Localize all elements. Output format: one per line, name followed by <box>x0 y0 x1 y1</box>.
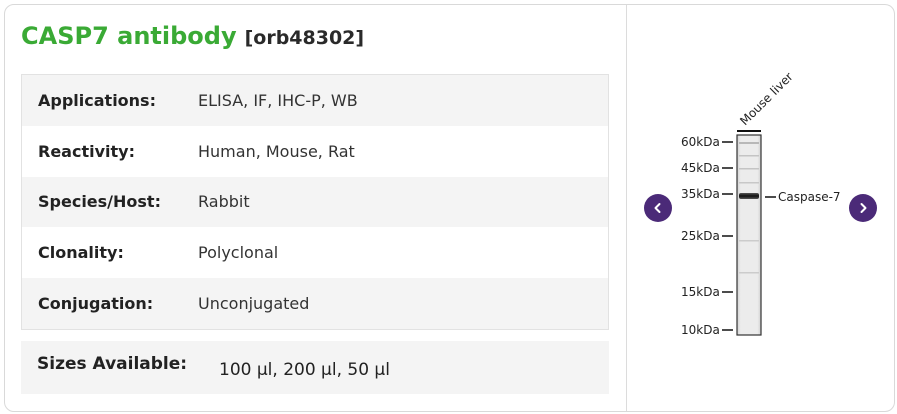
marker-label: 10kDa <box>681 323 720 337</box>
gallery-next-button[interactable] <box>849 194 877 222</box>
marker-label: 45kDa <box>681 161 720 175</box>
lane-label: Mouse liver <box>737 70 796 129</box>
gallery-prev-button[interactable] <box>644 194 672 222</box>
marker-label: 25kDa <box>681 229 720 243</box>
chevron-right-icon <box>860 203 867 213</box>
faint-band <box>739 142 759 144</box>
chevron-left-icon <box>654 203 661 213</box>
faint-band <box>739 155 759 157</box>
faint-band <box>739 168 759 170</box>
marker-label: 35kDa <box>681 187 720 201</box>
faint-band <box>739 272 759 274</box>
band-label: Caspase-7 <box>778 190 841 204</box>
faint-band <box>739 182 759 184</box>
western-blot-image[interactable]: Mouse liver 60kDa 45kDa 35kDa 25kDa 15kD… <box>0 0 897 414</box>
marker-label: 60kDa <box>681 135 720 149</box>
caspase-7-band <box>739 193 759 199</box>
marker-label: 15kDa <box>681 285 720 299</box>
blot-lane <box>736 134 762 336</box>
faint-band <box>739 240 759 242</box>
